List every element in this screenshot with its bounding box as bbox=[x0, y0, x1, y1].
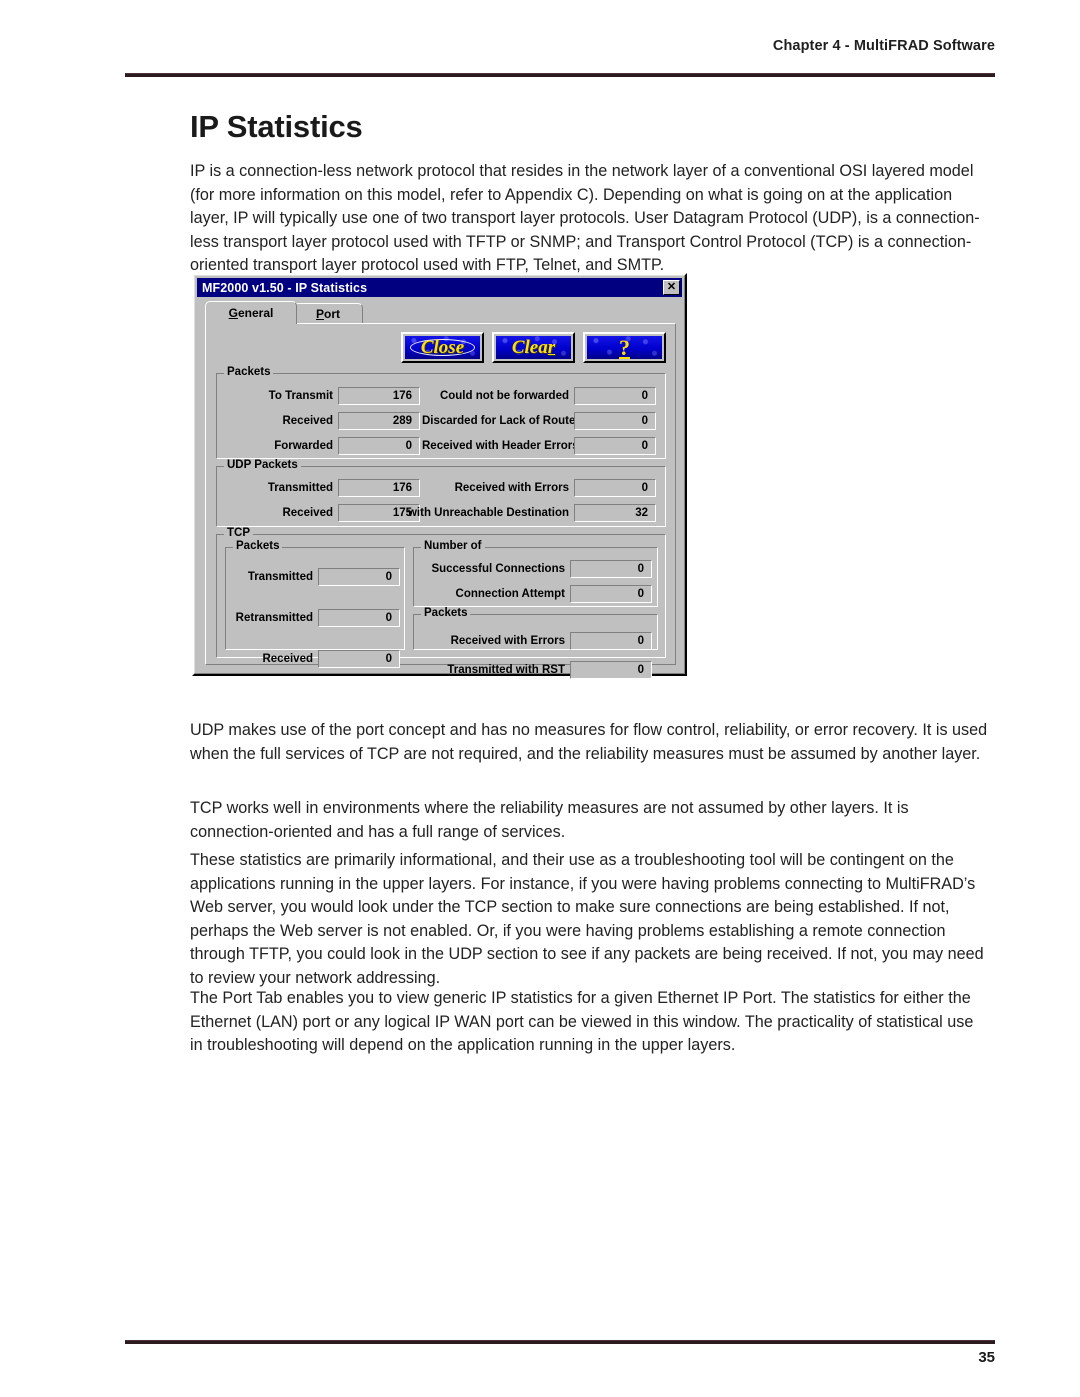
question-mark-icon: ? bbox=[619, 336, 630, 359]
page-title: IP Statistics bbox=[190, 108, 363, 144]
group-tcp-packets-right-label: Packets bbox=[421, 607, 471, 619]
dialog-inner-frame: MF2000 v1.50 - IP Statistics ✕ General P… bbox=[194, 275, 685, 679]
group-udp-packets: UDP Packets Transmitted 176 Received 175… bbox=[216, 459, 666, 527]
stat-value: 0 bbox=[338, 437, 420, 455]
stat-label: Received bbox=[282, 415, 333, 427]
close-button-face: Close bbox=[405, 336, 480, 359]
stat-row: Discarded for Lack of Route 0 bbox=[422, 412, 656, 430]
group-tcp-packets-right: Packets Received with Errors 0 Transmitt… bbox=[413, 607, 658, 679]
stat-label: Transmitted bbox=[247, 571, 313, 583]
stat-row: Forwarded 0 bbox=[225, 437, 420, 455]
stat-row: Transmitted with RST 0 bbox=[420, 661, 652, 679]
help-button-face: ? bbox=[587, 336, 662, 359]
stat-value: 0 bbox=[570, 585, 652, 603]
tab-general-label: General bbox=[228, 306, 274, 320]
group-packets-label: Packets bbox=[224, 366, 274, 378]
stat-label: Successful Connections bbox=[431, 563, 565, 575]
stat-label: Connection Attempt bbox=[455, 588, 565, 600]
stat-label: with Unreachable Destination bbox=[407, 507, 569, 519]
clear-button-face: Clear bbox=[496, 336, 571, 359]
paragraph-port: The Port Tab enables you to view generic… bbox=[190, 989, 974, 1055]
close-button[interactable]: Close bbox=[401, 332, 484, 363]
stat-label: Retransmitted bbox=[235, 612, 313, 624]
stat-row: with Unreachable Destination 32 bbox=[407, 504, 656, 522]
group-udp-label: UDP Packets bbox=[224, 459, 301, 471]
header-divider bbox=[125, 73, 995, 77]
paragraph-udp: UDP makes use of the port concept and ha… bbox=[190, 721, 988, 763]
group-number-of-label: Number of bbox=[421, 540, 485, 552]
tab-port[interactable]: Port bbox=[293, 303, 363, 323]
stat-label: Transmitted with RST bbox=[447, 664, 565, 676]
stat-row: Received with Errors 0 bbox=[420, 632, 652, 650]
stat-row: Could not be forwarded 0 bbox=[422, 387, 656, 405]
ip-statistics-dialog: MF2000 v1.50 - IP Statistics ✕ General P… bbox=[192, 273, 687, 679]
stat-value: 0 bbox=[574, 412, 656, 430]
chapter-header: Chapter 4 - MultiFRAD Software bbox=[772, 38, 995, 54]
stat-value: 289 bbox=[338, 412, 420, 430]
dialog-button-row: Close Clear ? bbox=[401, 332, 666, 363]
stat-value: 0 bbox=[574, 437, 656, 455]
stat-row: Retransmitted 0 bbox=[234, 609, 400, 627]
group-tcp-packets-label: Packets bbox=[233, 540, 283, 552]
dialog-title: MF2000 v1.50 - IP Statistics bbox=[202, 280, 368, 295]
help-button[interactable]: ? bbox=[583, 332, 666, 363]
group-tcp-label: TCP bbox=[224, 527, 253, 539]
stat-row: Received 175 bbox=[225, 504, 420, 522]
paragraph-stats: These statistics are primarily informati… bbox=[190, 851, 984, 987]
stat-label: Forwarded bbox=[274, 440, 333, 452]
stat-value: 32 bbox=[574, 504, 656, 522]
group-tcp-packets: Packets Transmitted 0 Retransmitted 0 Re… bbox=[225, 540, 405, 668]
stat-label: Received with Errors bbox=[454, 482, 569, 494]
stat-value: 176 bbox=[338, 387, 420, 405]
stat-row: Received with Header Errors 0 bbox=[422, 437, 656, 455]
stat-row: Received with Errors 0 bbox=[407, 479, 656, 497]
stat-value: 0 bbox=[570, 632, 652, 650]
stat-value: 0 bbox=[318, 650, 400, 668]
stat-value: 0 bbox=[570, 560, 652, 578]
general-tab-panel: Close Clear ? Packets To Transmit 176 Re… bbox=[205, 323, 676, 679]
stat-value: 0 bbox=[574, 479, 656, 497]
close-icon[interactable]: ✕ bbox=[663, 280, 680, 295]
tab-port-label: Port bbox=[315, 306, 340, 321]
paragraph-intro: IP is a connection-less network protocol… bbox=[190, 162, 980, 275]
stat-value: 0 bbox=[318, 609, 400, 627]
clear-button[interactable]: Clear bbox=[492, 332, 575, 363]
stat-value: 0 bbox=[318, 568, 400, 586]
clear-button-label: Clear bbox=[511, 337, 556, 358]
stat-label: Transmitted bbox=[267, 482, 333, 494]
stat-row: Successful Connections 0 bbox=[420, 560, 652, 578]
stat-label: Discarded for Lack of Route bbox=[422, 415, 576, 427]
dialog-titlebar[interactable]: MF2000 v1.50 - IP Statistics ✕ bbox=[197, 278, 682, 297]
stat-value: 0 bbox=[574, 387, 656, 405]
stat-value: 0 bbox=[570, 661, 652, 679]
page-number: 35 bbox=[978, 1349, 995, 1366]
tab-general[interactable]: General bbox=[205, 301, 297, 324]
stat-row: Received 289 bbox=[225, 412, 420, 430]
close-button-label: Close bbox=[420, 337, 465, 358]
stat-label: Received bbox=[262, 653, 313, 665]
stat-label: To Transmit bbox=[268, 390, 333, 402]
group-tcp: TCP Packets Transmitted 0 Retransmitted … bbox=[216, 527, 666, 679]
stat-label: Received with Errors bbox=[450, 635, 565, 647]
group-packets: Packets To Transmit 176 Received 289 For… bbox=[216, 366, 666, 459]
stat-row: Connection Attempt 0 bbox=[420, 585, 652, 603]
stat-label: Received bbox=[282, 507, 333, 519]
tabstrip: General Port bbox=[205, 301, 682, 324]
stat-row: To Transmit 176 bbox=[225, 387, 420, 405]
stat-label: Could not be forwarded bbox=[439, 390, 569, 402]
stat-row: Transmitted 176 bbox=[225, 479, 420, 497]
stat-row: Received 0 bbox=[234, 650, 400, 668]
stat-label: Received with Header Errors bbox=[422, 440, 579, 452]
footer-divider bbox=[125, 1340, 995, 1344]
stat-row: Transmitted 0 bbox=[234, 568, 400, 586]
paragraph-tcp: TCP works well in environments where the… bbox=[190, 799, 909, 841]
group-tcp-number-of: Number of Successful Connections 0 Conne… bbox=[413, 540, 658, 607]
